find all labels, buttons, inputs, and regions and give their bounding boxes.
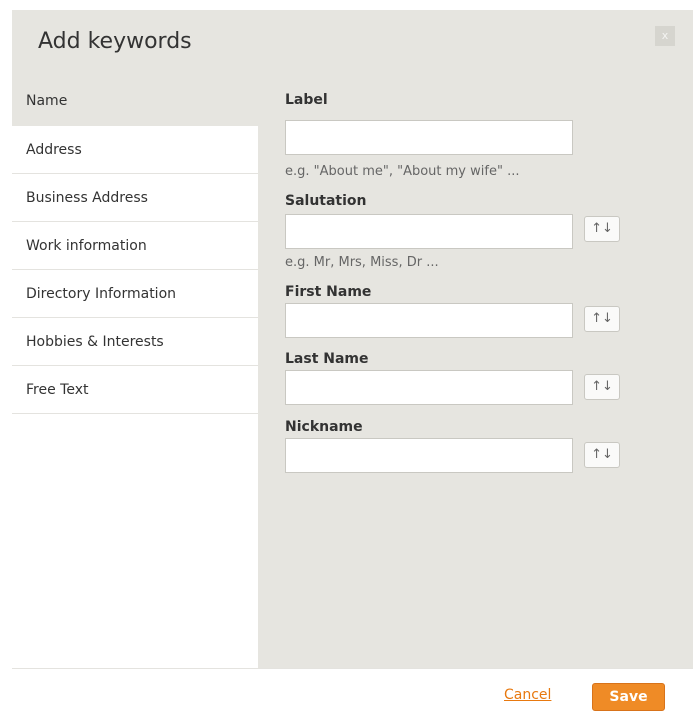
form-panel: Label e.g. "About me", "About my wife" .… xyxy=(258,76,693,668)
save-button[interactable]: Save xyxy=(592,683,665,711)
label-input[interactable] xyxy=(285,120,573,155)
first-name-field-title: First Name xyxy=(285,284,372,300)
sidebar-item-hobbies-interests[interactable]: Hobbies & Interests xyxy=(12,318,258,366)
label-field-title: Label xyxy=(285,92,328,108)
last-name-sort-icon[interactable]: ↑↓ xyxy=(584,374,620,400)
sidebar-item-business-address[interactable]: Business Address xyxy=(12,174,258,222)
first-name-input[interactable] xyxy=(285,303,573,338)
sidebar-item-work-information[interactable]: Work information xyxy=(12,222,258,270)
label-hint: e.g. "About me", "About my wife" ... xyxy=(285,164,520,179)
sidebar: Name Address Business Address Work infor… xyxy=(12,76,258,668)
sidebar-item-address[interactable]: Address xyxy=(12,126,258,174)
cancel-link[interactable]: Cancel xyxy=(504,687,551,703)
sidebar-item-free-text[interactable]: Free Text xyxy=(12,366,258,414)
sidebar-item-name[interactable]: Name xyxy=(12,76,258,126)
last-name-input[interactable] xyxy=(285,370,573,405)
close-button[interactable]: x xyxy=(655,26,675,46)
first-name-sort-icon[interactable]: ↑↓ xyxy=(584,306,620,332)
salutation-sort-icon[interactable]: ↑↓ xyxy=(584,216,620,242)
sidebar-item-directory-information[interactable]: Directory Information xyxy=(12,270,258,318)
nickname-sort-icon[interactable]: ↑↓ xyxy=(584,442,620,468)
dialog-title: Add keywords xyxy=(38,29,192,54)
salutation-input[interactable] xyxy=(285,214,573,249)
add-keywords-dialog: Add keywords x Name Address Business Add… xyxy=(12,10,693,720)
last-name-field-title: Last Name xyxy=(285,351,369,367)
dialog-footer: Cancel Save xyxy=(12,668,693,720)
nickname-input[interactable] xyxy=(285,438,573,473)
nickname-field-title: Nickname xyxy=(285,419,363,435)
salutation-hint: e.g. Mr, Mrs, Miss, Dr ... xyxy=(285,255,439,270)
salutation-field-title: Salutation xyxy=(285,193,367,209)
